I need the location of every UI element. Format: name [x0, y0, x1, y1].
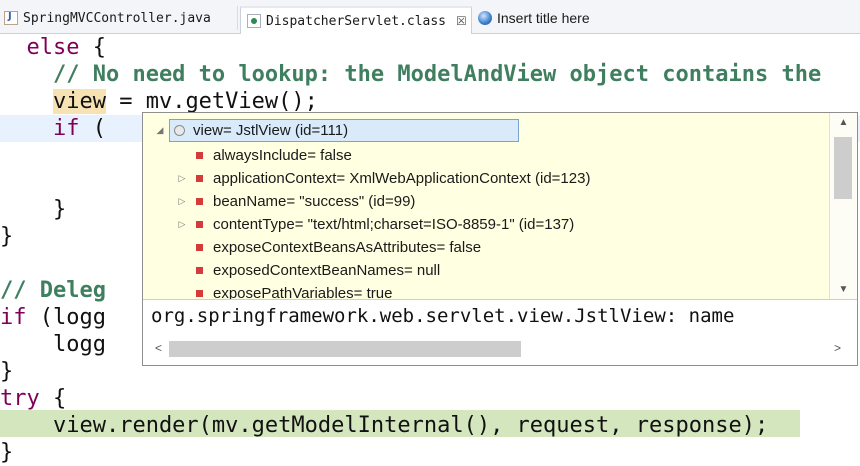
scrollbar-thumb[interactable] [169, 341, 521, 357]
scroll-up-icon[interactable]: ▲ [830, 117, 857, 128]
tab-label: DispatcherServlet.class [266, 13, 447, 29]
field-label: beanName= "success" (id=99) [213, 193, 416, 210]
tree-root-label: view= JstlView (id=111) [193, 122, 349, 139]
code-line: else { [0, 34, 106, 61]
tree-field-row[interactable]: alwaysInclude= false [143, 144, 829, 167]
class-file-icon [247, 14, 261, 28]
detail-pane: org.springframework.web.servlet.view.Jst… [143, 299, 857, 333]
code-line: logg [0, 332, 106, 357]
collapse-arrow-icon[interactable]: ◢ [155, 119, 165, 142]
code-text: ( [79, 116, 106, 141]
code-line: if ( [0, 115, 106, 142]
field-label: applicationContext= XmlWebApplicationCon… [213, 170, 591, 187]
code-text: { [39, 386, 67, 411]
java-file-icon [4, 11, 18, 25]
code-line: } [0, 359, 14, 384]
field-label: exposePathVariables= true [213, 285, 393, 299]
field-icon [196, 198, 203, 205]
code-line: view.render(mv.getModelInternal(), reque… [0, 413, 769, 438]
tree-field-row[interactable]: exposeContextBeansAsAttributes= false [143, 236, 829, 259]
editor-tab-bar: SpringMVCController.java DispatcherServl… [0, 0, 860, 34]
code-line: } [0, 197, 67, 222]
field-icon [196, 175, 203, 182]
code-comment-line: // Deleg [0, 278, 106, 303]
field-icon [196, 152, 203, 159]
field-icon [196, 221, 203, 228]
code-text: { [79, 35, 106, 60]
tab-label: Insert title here [497, 10, 590, 26]
field-label: exposedContextBeanNames= null [213, 262, 441, 279]
field-label: contentType= "text/html;charset=ISO-8859… [213, 216, 575, 233]
tab-label: SpringMVCController.java [23, 10, 211, 26]
tree-field-row[interactable]: ▷ beanName= "success" (id=99) [143, 190, 829, 213]
scroll-down-icon[interactable]: ▼ [830, 284, 857, 295]
close-icon[interactable]: ☒ [456, 14, 467, 28]
expand-arrow-icon[interactable]: ▷ [177, 213, 187, 236]
keyword: if [52, 116, 80, 141]
code-line: try { [0, 385, 66, 412]
keyword: else [26, 35, 80, 60]
keyword: try [0, 386, 40, 411]
field-icon [196, 290, 203, 297]
tab-springmvccontroller[interactable]: SpringMVCController.java [2, 6, 238, 30]
code-line: } [0, 224, 14, 249]
vertical-scrollbar[interactable]: ▲ ▼ [829, 113, 857, 299]
code-text: = mv.getView(); [105, 89, 318, 114]
object-icon [174, 125, 185, 136]
field-icon [196, 267, 203, 274]
globe-icon [478, 11, 492, 25]
variable-inspect-popup[interactable]: ◢ view= JstlView (id=111) alwaysInclude=… [142, 112, 858, 366]
tab-insert-title[interactable]: Insert title here [476, 6, 716, 30]
variable-tree[interactable]: ◢ view= JstlView (id=111) alwaysInclude=… [143, 113, 829, 299]
horizontal-scrollbar[interactable]: < > [143, 333, 857, 365]
expand-arrow-icon[interactable]: ▷ [177, 167, 187, 190]
tree-field-row[interactable]: exposePathVariables= true [143, 282, 829, 299]
scroll-right-icon[interactable]: > [834, 341, 841, 355]
code-line: view = mv.getView(); [0, 88, 318, 115]
code-text: (logg [26, 305, 106, 330]
expand-arrow-icon[interactable]: ▷ [177, 190, 187, 213]
code-line: if (logg [0, 304, 106, 331]
field-label: alwaysInclude= false [213, 147, 352, 164]
keyword: if [0, 305, 27, 330]
scroll-left-icon[interactable]: < [155, 341, 162, 355]
scrollbar-thumb[interactable] [834, 137, 852, 199]
tree-field-row[interactable]: ▷ contentType= "text/html;charset=ISO-885… [143, 213, 829, 236]
tab-dispatcherservlet[interactable]: DispatcherServlet.class ☒ [240, 6, 472, 34]
field-label: exposeContextBeansAsAttributes= false [213, 239, 482, 256]
highlighted-variable[interactable]: view [52, 89, 106, 114]
tree-field-row[interactable]: ▷ applicationContext= XmlWebApplicationCo… [143, 167, 829, 190]
code-comment-line: // No need to lookup: the ModelAndView o… [0, 62, 822, 87]
tree-field-row[interactable]: exposedContextBeanNames= null [143, 259, 829, 282]
tree-root-row[interactable]: ◢ view= JstlView (id=111) [143, 119, 829, 142]
field-icon [196, 244, 203, 251]
